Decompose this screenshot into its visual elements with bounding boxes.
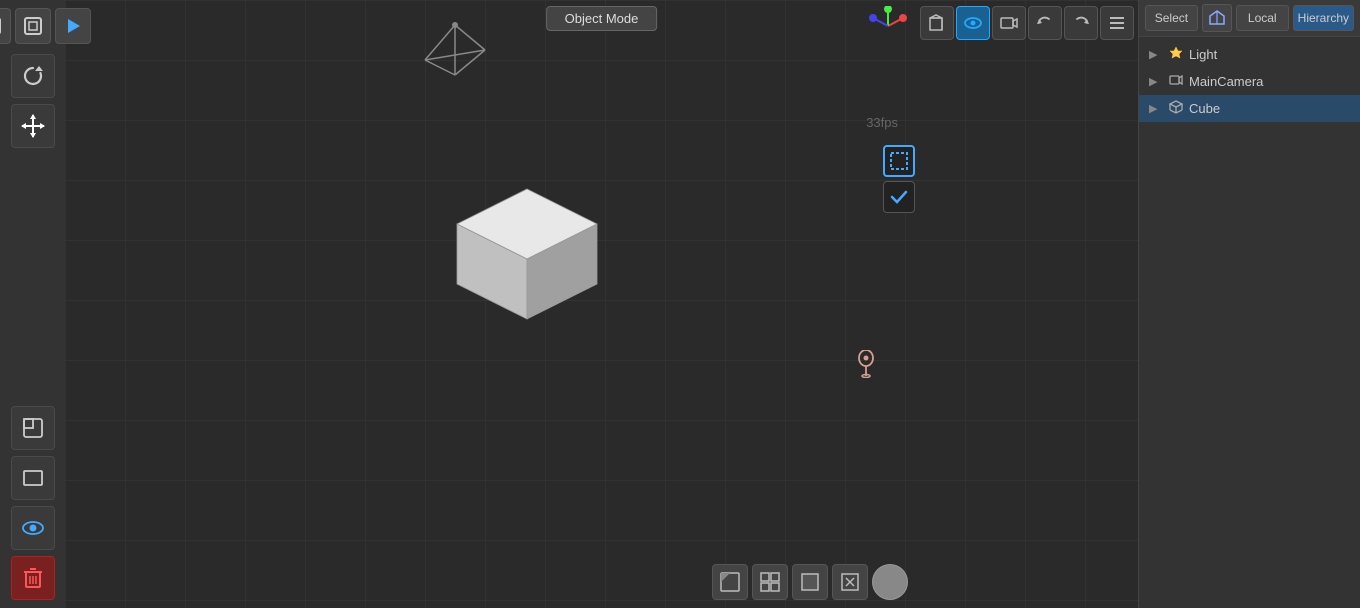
light-label: Light — [1189, 47, 1350, 62]
visibility-gizmo[interactable] — [956, 6, 990, 40]
fps-counter: 33fps — [866, 115, 898, 130]
select-btn[interactable]: Select — [1145, 5, 1198, 31]
cube-3d-object[interactable] — [442, 174, 612, 337]
light-object[interactable] — [415, 20, 495, 83]
hierarchy-item-camera[interactable]: ▶ MainCamera — [1139, 68, 1360, 95]
refresh-btn[interactable] — [11, 54, 55, 98]
left-sidebar — [0, 0, 65, 608]
undo-btn[interactable] — [1028, 6, 1062, 40]
selection-controls — [883, 145, 915, 213]
sphere-btn[interactable] — [872, 564, 908, 600]
cube-render-btn[interactable] — [792, 564, 828, 600]
box-outline-btn[interactable] — [15, 8, 51, 44]
light-wire-svg — [415, 20, 495, 80]
light-hierarchy-icon — [1169, 46, 1183, 63]
local-btn[interactable]: Local — [1236, 5, 1289, 31]
frame-selection-btn[interactable] — [883, 145, 915, 177]
camera-gizmo-btn[interactable] — [992, 6, 1026, 40]
shading-btn[interactable] — [712, 564, 748, 600]
hierarchy-item-light[interactable]: ▶ Light — [1139, 41, 1360, 68]
hierarchy-item-cube[interactable]: ▶ Cube — [1139, 95, 1360, 122]
eye-btn[interactable] — [11, 506, 55, 550]
axis-indicator — [868, 6, 908, 49]
redo-btn[interactable] — [1064, 6, 1098, 40]
viewport-gizmo-bar — [916, 4, 1138, 42]
hierarchy-btn[interactable]: Hierarchy — [1293, 5, 1354, 31]
sidebar-top-row — [0, 8, 91, 44]
cube-svg — [442, 174, 612, 334]
confirm-selection-btn[interactable] — [883, 181, 915, 213]
layout-btn[interactable] — [752, 564, 788, 600]
hamburger-menu-btn[interactable] — [1100, 6, 1134, 40]
local-icon[interactable] — [1202, 4, 1232, 32]
cube-display-gizmo[interactable] — [920, 6, 954, 40]
main-viewport[interactable]: Object Mode 33fps — [65, 0, 1138, 608]
viewport-canvas[interactable]: Object Mode 33fps — [65, 0, 1138, 608]
move-btn[interactable] — [11, 104, 55, 148]
scene-icon-btn[interactable] — [0, 8, 11, 44]
trash-btn[interactable] — [11, 556, 55, 600]
camera-origin-marker — [855, 350, 877, 384]
right-panel: Select Local Hierarchy ▶ Light ▶ — [1138, 0, 1360, 608]
camera-label: MainCamera — [1189, 74, 1350, 89]
object-mode-btn[interactable]: Object Mode — [546, 6, 658, 31]
frame-btn[interactable] — [11, 456, 55, 500]
hierarchy-list: ▶ Light ▶ MainCamera ▶ — [1139, 37, 1360, 608]
remove-btn[interactable] — [832, 564, 868, 600]
camera-hierarchy-icon — [1169, 73, 1183, 90]
bottom-render-toolbar — [712, 564, 908, 600]
play-btn[interactable] — [55, 8, 91, 44]
cube-hierarchy-icon — [1169, 100, 1183, 117]
hierarchy-header: Select Local Hierarchy — [1139, 0, 1360, 37]
cube-label: Cube — [1189, 101, 1350, 116]
layer-btn[interactable] — [11, 406, 55, 450]
